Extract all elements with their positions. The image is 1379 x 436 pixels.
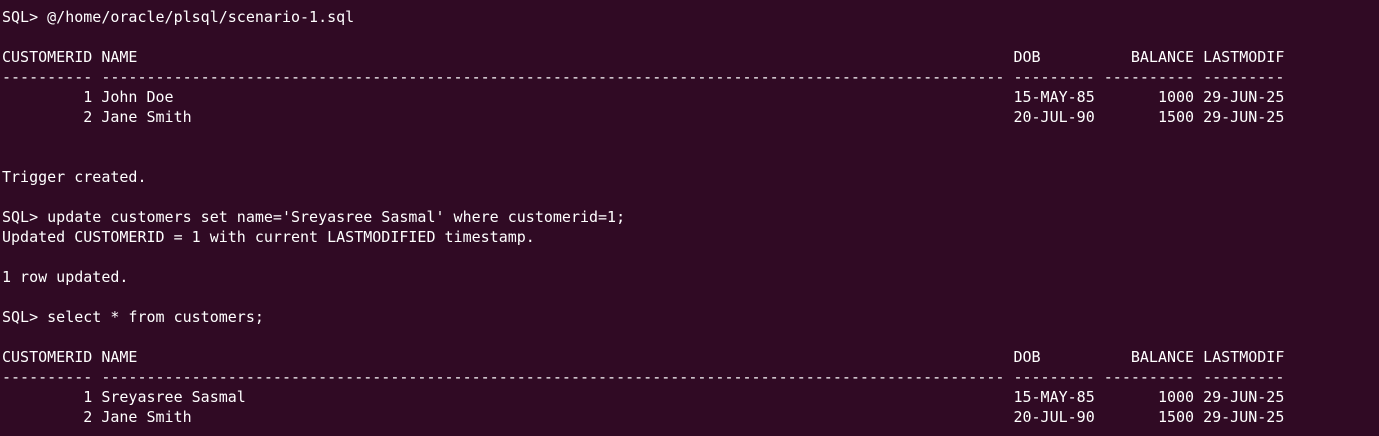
table-row: 1 Sreyasree Sasmal 15-MAY-85 1000 29-JUN… bbox=[2, 388, 1285, 406]
output-message: Trigger created. bbox=[2, 168, 147, 186]
table-row: 2 Jane Smith 20-JUL-90 1500 29-JUN-25 bbox=[2, 108, 1285, 126]
table-row: 1 John Doe 15-MAY-85 1000 29-JUN-25 bbox=[2, 88, 1285, 106]
command-line: SQL> @/home/oracle/plsql/scenario-1.sql bbox=[2, 8, 355, 26]
output-message: 1 row updated. bbox=[2, 268, 129, 286]
table-header: CUSTOMERID NAME DOB BALANCE LASTMODIF bbox=[2, 348, 1285, 366]
terminal-output[interactable]: SQL> @/home/oracle/plsql/scenario-1.sql … bbox=[0, 0, 1379, 436]
table-separator: ---------- -----------------------------… bbox=[2, 368, 1285, 386]
table-header: CUSTOMERID NAME DOB BALANCE LASTMODIF bbox=[2, 48, 1285, 66]
command-line: SQL> update customers set name='Sreyasre… bbox=[2, 208, 626, 226]
command-line: SQL> select * from customers; bbox=[2, 308, 264, 326]
output-message: Updated CUSTOMERID = 1 with current LAST… bbox=[2, 228, 535, 246]
table-separator: ---------- -----------------------------… bbox=[2, 68, 1285, 86]
table-row: 2 Jane Smith 20-JUL-90 1500 29-JUN-25 bbox=[2, 408, 1285, 426]
